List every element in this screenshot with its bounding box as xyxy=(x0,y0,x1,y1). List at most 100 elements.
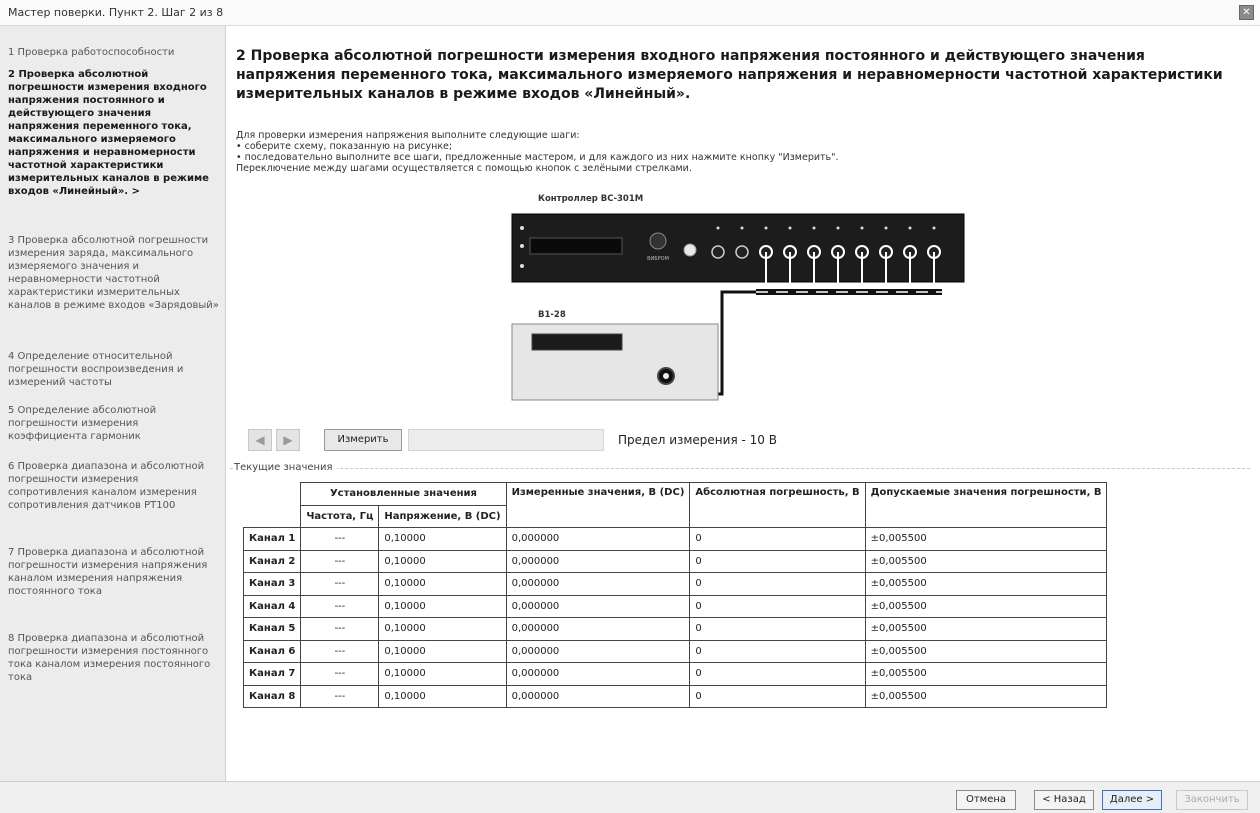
table-row: Канал 3 --- 0,10000 0,000000 0 ±0,005500 xyxy=(242,572,1108,596)
brand-logo-icon xyxy=(649,232,667,250)
cell-allowed: ±0,005500 xyxy=(864,639,1108,663)
sidebar-step-8[interactable]: 8 Проверка диапазона и абсолютной погреш… xyxy=(8,632,220,684)
instruction-line: • соберите схему, показанную на рисунке; xyxy=(236,141,453,152)
sidebar-step-1[interactable]: 1 Проверка работоспособности xyxy=(8,46,220,59)
cell-frequency: --- xyxy=(300,527,380,551)
cell-measured: 0,000000 xyxy=(505,617,691,641)
cell-measured: 0,000000 xyxy=(505,684,691,708)
row-channel: Канал 4 xyxy=(242,594,302,618)
cell-frequency: --- xyxy=(300,572,380,596)
cell-allowed: ±0,005500 xyxy=(864,617,1108,641)
table-corner xyxy=(243,482,302,528)
cell-voltage: 0,10000 xyxy=(378,549,507,573)
connection-diagram: Контроллер ВС-301М ВИБРОМ В1-28 xyxy=(486,194,986,434)
row-channel: Канал 6 xyxy=(242,639,302,663)
cell-voltage: 0,10000 xyxy=(378,684,507,708)
group-divider xyxy=(230,468,1250,469)
sidebar-step-6[interactable]: 6 Проверка диапазона и абсолютной погреш… xyxy=(8,460,220,512)
cell-measured: 0,000000 xyxy=(505,594,691,618)
cell-frequency: --- xyxy=(300,549,380,573)
sidebar-step-2[interactable]: 2 Проверка абсолютной погрешности измере… xyxy=(8,68,220,198)
header-measured: Измеренные значения, В (DC) xyxy=(505,482,691,528)
table-row: Канал 4 --- 0,10000 0,000000 0 ±0,005500 xyxy=(242,594,1108,618)
main-panel: 2 Проверка абсолютной погрешности измере… xyxy=(226,26,1260,781)
cell-error: 0 xyxy=(689,527,866,551)
steps-sidebar: 1 Проверка работоспособности 2 Проверка … xyxy=(0,26,226,781)
window-titlebar: Мастер поверки. Пункт 2. Шаг 2 из 8 ✕ xyxy=(0,0,1260,26)
cell-measured: 0,000000 xyxy=(505,662,691,686)
instruction-line: Переключение между шагами осуществляется… xyxy=(236,163,692,174)
instruction-line: Для проверки измерения напряжения выполн… xyxy=(236,130,580,141)
header-allowed: Допускаемые значения погрешности, В xyxy=(864,482,1108,528)
cell-voltage: 0,10000 xyxy=(378,662,507,686)
cell-frequency: --- xyxy=(300,639,380,663)
table-row: Канал 1 --- 0,10000 0,000000 0 ±0,005500 xyxy=(242,527,1108,551)
cell-error: 0 xyxy=(689,662,866,686)
page-title: 2 Проверка абсолютной погрешности измере… xyxy=(236,48,1223,102)
sidebar-step-5[interactable]: 5 Определение абсолютной погрешности изм… xyxy=(8,404,220,443)
instruction-line: • последовательно выполните все шаги, пр… xyxy=(236,152,839,163)
range-label: Предел измерения - 10 В xyxy=(618,433,777,447)
sidebar-step-3[interactable]: 3 Проверка абсолютной погрешности измере… xyxy=(8,234,220,312)
row-channel: Канал 5 xyxy=(242,617,302,641)
wizard-footer: Отмена < Назад Далее > Закончить xyxy=(0,781,1260,813)
table-row: Канал 7 --- 0,10000 0,000000 0 ±0,005500 xyxy=(242,662,1108,686)
cancel-button[interactable]: Отмена xyxy=(956,790,1016,810)
cell-allowed: ±0,005500 xyxy=(864,662,1108,686)
diagram-drawing: ВИБРОМ xyxy=(511,213,965,401)
sidebar-step-4[interactable]: 4 Определение относительной погрешности … xyxy=(8,350,220,389)
sidebar-step-7[interactable]: 7 Проверка диапазона и абсолютной погреш… xyxy=(8,546,220,598)
progress-box xyxy=(408,429,604,451)
row-channel: Канал 7 xyxy=(242,662,302,686)
cell-voltage: 0,10000 xyxy=(378,527,507,551)
header-frequency: Частота, Гц xyxy=(300,504,380,528)
connector-icon xyxy=(735,245,749,259)
table-row: Канал 2 --- 0,10000 0,000000 0 ±0,005500 xyxy=(242,549,1108,573)
cell-frequency: --- xyxy=(300,617,380,641)
cell-measured: 0,000000 xyxy=(505,639,691,663)
finish-button[interactable]: Закончить xyxy=(1176,790,1248,810)
cell-measured: 0,000000 xyxy=(505,549,691,573)
cell-error: 0 xyxy=(689,639,866,663)
cell-voltage: 0,10000 xyxy=(378,572,507,596)
cell-voltage: 0,10000 xyxy=(378,594,507,618)
window-title: Мастер поверки. Пункт 2. Шаг 2 из 8 xyxy=(8,6,224,19)
header-voltage: Напряжение, В (DC) xyxy=(378,504,507,528)
table-row: Канал 5 --- 0,10000 0,000000 0 ±0,005500 xyxy=(242,617,1108,641)
generator-label: В1-28 xyxy=(538,310,566,320)
row-channel: Канал 3 xyxy=(242,572,302,596)
cell-allowed: ±0,005500 xyxy=(864,572,1108,596)
cell-frequency: --- xyxy=(300,662,380,686)
power-indicator xyxy=(683,243,697,257)
cell-voltage: 0,10000 xyxy=(378,617,507,641)
cell-error: 0 xyxy=(689,684,866,708)
cell-error: 0 xyxy=(689,594,866,618)
next-button[interactable]: Далее > xyxy=(1102,790,1162,810)
controller-label: Контроллер ВС-301М xyxy=(538,194,644,204)
controller-display xyxy=(529,237,623,255)
next-step-icon[interactable]: ▶ xyxy=(276,429,300,451)
measure-button[interactable]: Измерить xyxy=(324,429,402,451)
prev-step-icon[interactable]: ◀ xyxy=(248,429,272,451)
back-button[interactable]: < Назад xyxy=(1034,790,1094,810)
cell-allowed: ±0,005500 xyxy=(864,527,1108,551)
header-abs-error: Абсолютная погрешность, В xyxy=(689,482,866,528)
cell-error: 0 xyxy=(689,549,866,573)
generator-display xyxy=(531,333,623,351)
row-channel: Канал 8 xyxy=(242,684,302,708)
table-row: Канал 6 --- 0,10000 0,000000 0 ±0,005500 xyxy=(242,639,1108,663)
cell-measured: 0,000000 xyxy=(505,572,691,596)
cell-frequency: --- xyxy=(300,594,380,618)
row-channel: Канал 1 xyxy=(242,527,302,551)
close-icon[interactable]: ✕ xyxy=(1239,5,1254,20)
cell-allowed: ±0,005500 xyxy=(864,684,1108,708)
cell-allowed: ±0,005500 xyxy=(864,594,1108,618)
cell-measured: 0,000000 xyxy=(505,527,691,551)
brand-text: ВИБРОМ xyxy=(647,256,669,262)
header-set-values: Установленные значения xyxy=(300,482,507,506)
row-channel: Канал 2 xyxy=(242,549,302,573)
results-table: Установленные значения Измеренные значен… xyxy=(242,482,1108,708)
cell-error: 0 xyxy=(689,572,866,596)
group-label: Текущие значения xyxy=(234,462,337,473)
cell-voltage: 0,10000 xyxy=(378,639,507,663)
